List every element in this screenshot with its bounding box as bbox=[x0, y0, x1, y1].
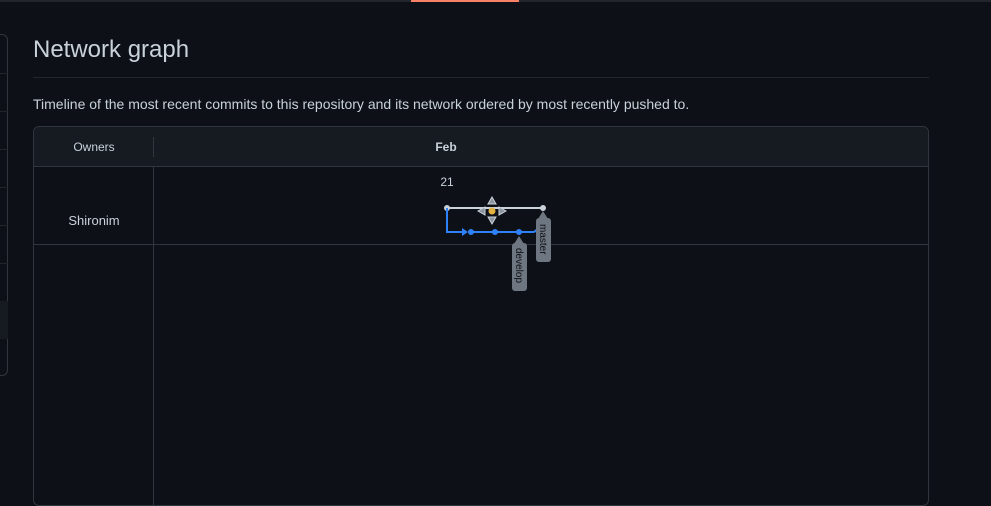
commit-dot[interactable] bbox=[540, 205, 546, 211]
side-menu-divider bbox=[0, 187, 8, 188]
title-divider bbox=[33, 77, 929, 78]
commit-graph[interactable]: 21 master develop bbox=[34, 127, 929, 506]
branch-label-master-text: master bbox=[537, 224, 548, 255]
side-menu-divider bbox=[0, 111, 8, 112]
branch-label-develop[interactable]: develop bbox=[512, 236, 527, 291]
day-label: 21 bbox=[440, 175, 454, 189]
network-graph-panel[interactable]: Owners Feb Shironim 21 master develop bbox=[33, 126, 929, 506]
page-title: Network graph bbox=[33, 36, 190, 63]
side-menu-divider bbox=[0, 149, 8, 150]
commit-dot[interactable] bbox=[516, 229, 522, 235]
side-menu bbox=[0, 34, 8, 376]
branch-label-develop-text: develop bbox=[513, 248, 524, 283]
side-menu-divider bbox=[0, 73, 8, 74]
develop-branch-connector bbox=[446, 208, 466, 233]
active-tab-indicator bbox=[411, 0, 519, 2]
branch-label-master[interactable]: master bbox=[536, 211, 551, 262]
page-description: Timeline of the most recent commits to t… bbox=[33, 96, 690, 112]
pan-arrows-icon[interactable] bbox=[476, 195, 508, 226]
branch-arrow bbox=[462, 228, 468, 236]
side-menu-divider bbox=[0, 263, 8, 264]
side-menu-item-network[interactable] bbox=[0, 301, 8, 339]
side-menu-divider bbox=[0, 225, 8, 226]
commit-dot[interactable] bbox=[492, 229, 498, 235]
commit-dot[interactable] bbox=[468, 229, 474, 235]
